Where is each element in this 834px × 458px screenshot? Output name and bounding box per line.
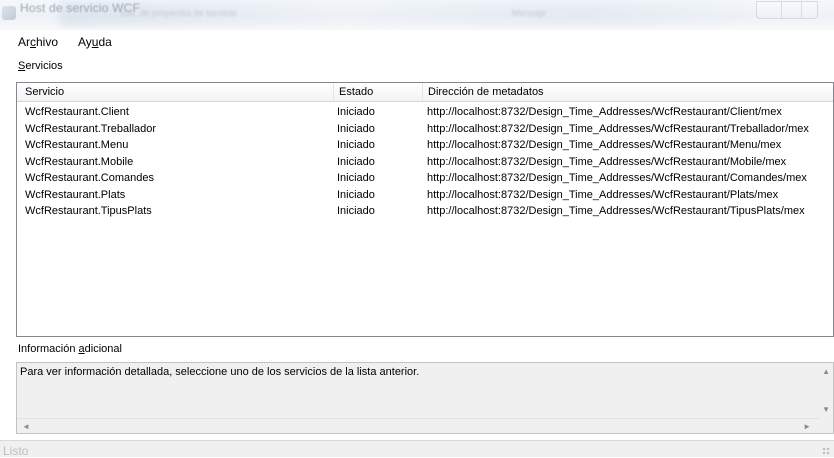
- menu-archivo-label-start: Ar: [18, 35, 30, 49]
- faded-caption: sde, de proyectos de servicio: [120, 8, 237, 18]
- cell-address: http://localhost:8732/Design_Time_Addres…: [427, 106, 782, 118]
- table-row[interactable]: WcfRestaurant.Treballador Iniciado http:…: [17, 122, 833, 139]
- table-row[interactable]: WcfRestaurant.Mobile Iniciado http://loc…: [17, 155, 833, 172]
- table-row[interactable]: WcfRestaurant.Comandes Iniciado http://l…: [17, 171, 833, 188]
- menu-archivo-label-end: hivo: [36, 35, 59, 49]
- column-header-servicio[interactable]: Servicio: [25, 86, 64, 98]
- cell-address: http://localhost:8732/Design_Time_Addres…: [427, 188, 779, 201]
- info-section-label: Información adicional: [18, 343, 122, 355]
- services-list[interactable]: Servicio Estado Dirección de metadatos W…: [16, 82, 834, 337]
- cell-service: WcfRestaurant.Menu: [25, 139, 129, 151]
- services-section-label: Servicios: [18, 60, 63, 72]
- cell-service: WcfRestaurant.Plats: [25, 188, 126, 201]
- cell-state: Iniciado: [337, 172, 375, 184]
- faded-caption-right: Mensaje: [512, 8, 547, 18]
- resize-grip-icon[interactable]: [822, 447, 830, 455]
- menu-bar: Archivo Ayuda: [0, 32, 834, 54]
- vertical-scrollbar[interactable]: ▲ ▼: [819, 363, 833, 419]
- status-bar: Listo: [0, 440, 834, 458]
- cell-state: Iniciado: [337, 122, 375, 135]
- cell-service: WcfRestaurant.TipusPlats: [25, 205, 152, 217]
- cell-address: http://localhost:8732/Design_Time_Addres…: [427, 139, 782, 151]
- info-panel[interactable]: Para ver información detallada, seleccio…: [16, 362, 834, 434]
- scroll-up-icon[interactable]: ▲: [822, 367, 830, 376]
- cell-service: WcfRestaurant.Comandes: [25, 172, 154, 184]
- info-text: Para ver información detallada, seleccio…: [20, 366, 420, 378]
- list-rows: WcfRestaurant.Client Iniciado http://loc…: [17, 105, 833, 221]
- column-header-estado[interactable]: Estado: [339, 86, 373, 98]
- column-separator[interactable]: [422, 83, 423, 101]
- scroll-right-icon[interactable]: ►: [803, 422, 811, 431]
- menu-ayuda[interactable]: Ayuda: [78, 35, 112, 49]
- table-row[interactable]: WcfRestaurant.Menu Iniciado http://local…: [17, 138, 833, 155]
- cell-state: Iniciado: [337, 205, 375, 217]
- list-header: Servicio Estado Dirección de metadatos: [17, 83, 833, 102]
- scroll-down-icon[interactable]: ▼: [822, 405, 830, 414]
- cell-address: http://localhost:8732/Design_Time_Addres…: [427, 172, 807, 184]
- title-bar: Host de servicio WCF sde, de proyectos d…: [0, 0, 834, 30]
- menu-archivo[interactable]: Archivo: [18, 35, 58, 49]
- cell-service: WcfRestaurant.Treballador: [25, 122, 157, 135]
- scroll-left-icon[interactable]: ◄: [22, 422, 30, 431]
- wcf-host-icon: [2, 6, 16, 20]
- cell-state: Iniciado: [337, 139, 375, 151]
- menu-ayuda-label-end: da: [98, 35, 112, 49]
- menu-ayuda-label-start: Ay: [78, 35, 92, 49]
- column-header-direccion[interactable]: Dirección de metadatos: [428, 86, 544, 98]
- table-row[interactable]: WcfRestaurant.Plats Iniciado http://loca…: [17, 188, 833, 205]
- cell-address: http://localhost:8732/Design_Time_Addres…: [427, 122, 809, 135]
- column-separator[interactable]: [333, 83, 334, 101]
- info-label-start: Información: [18, 343, 79, 355]
- horizontal-scrollbar[interactable]: ◄ ►: [17, 418, 819, 433]
- cell-service: WcfRestaurant.Mobile: [25, 155, 134, 168]
- cell-state: Iniciado: [337, 106, 375, 118]
- cell-address: http://localhost:8732/Design_Time_Addres…: [427, 205, 805, 217]
- cell-state: Iniciado: [337, 155, 375, 168]
- cell-state: Iniciado: [337, 188, 375, 201]
- cell-service: WcfRestaurant.Client: [25, 106, 129, 118]
- services-label-rest: ervicios: [25, 60, 63, 72]
- info-label-end: dicional: [84, 343, 122, 355]
- cell-address: http://localhost:8732/Design_Time_Addres…: [427, 155, 787, 168]
- table-row[interactable]: WcfRestaurant.Client Iniciado http://loc…: [17, 105, 833, 122]
- window-controls[interactable]: [756, 1, 818, 19]
- table-row[interactable]: WcfRestaurant.TipusPlats Iniciado http:/…: [17, 204, 833, 221]
